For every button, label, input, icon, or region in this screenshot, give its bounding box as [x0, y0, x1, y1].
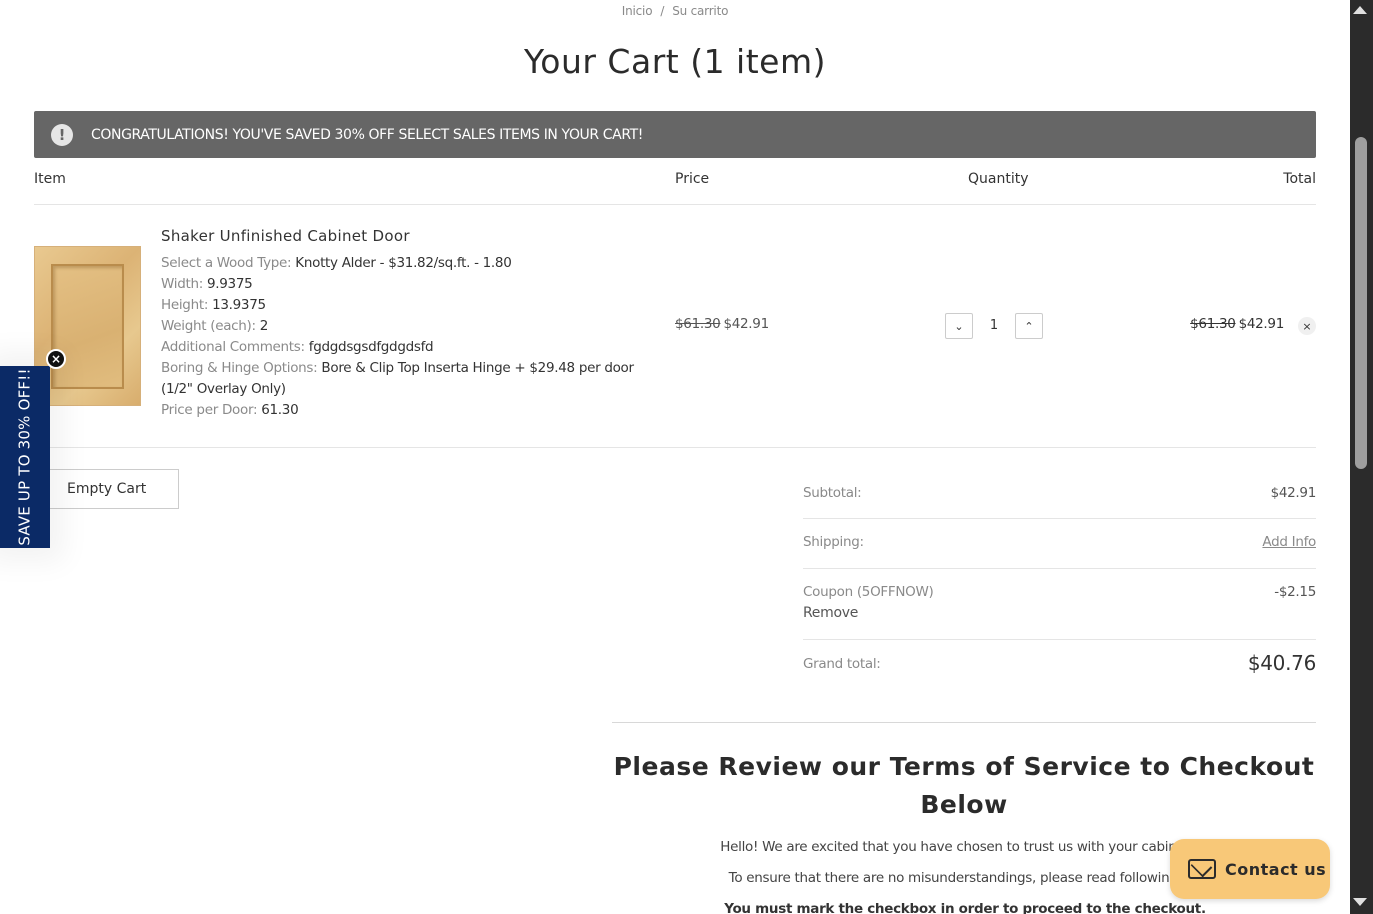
cart-page: Inicio / Su carrito Your Cart (1 item) ! C…	[0, 0, 1350, 914]
contact-us-label: Contact us	[1225, 859, 1327, 879]
option-value: 61.30	[261, 402, 299, 418]
breadcrumb: Inicio / Su carrito	[0, 4, 1350, 18]
cart-item-row: Shaker Unfinished Cabinet Door Select a …	[34, 205, 1316, 448]
product-image[interactable]	[34, 246, 141, 406]
coupon-label: Coupon (5OFFNOW)	[803, 584, 934, 600]
section-divider	[612, 722, 1316, 723]
breadcrumb-separator: /	[660, 4, 665, 18]
product-name[interactable]: Shaker Unfinished Cabinet Door	[161, 227, 410, 245]
alert-icon: !	[51, 123, 73, 146]
door-panel	[51, 264, 124, 389]
quantity-decrease-button[interactable]: ⌄	[945, 313, 973, 339]
option-value: 9.9375	[206, 276, 253, 292]
option-price-per-door: Price per Door: 61.30	[161, 400, 641, 421]
chevron-up-icon: ⌃	[1024, 319, 1034, 333]
cart-table-header: Item Price Quantity Total	[34, 170, 1316, 205]
option-height: Height: 13.9375	[161, 295, 641, 316]
header-price: Price	[675, 171, 710, 187]
coupon-remove-link[interactable]: Remove	[803, 605, 858, 621]
product-options: Select a Wood Type: Knotty Alder - $31.8…	[161, 253, 641, 421]
price-sale: $42.91	[723, 316, 769, 332]
option-label: Price per Door:	[161, 402, 258, 418]
option-weight: Weight (each): 2	[161, 316, 641, 337]
item-total: $61.30 $42.91	[1190, 316, 1284, 332]
promo-banner: ! CONGRATULATIONS! YOU'VE SAVED 30% OFF …	[34, 111, 1316, 158]
option-value: Knotty Alder - $31.82/sq.ft. - 1.80	[295, 255, 512, 271]
breadcrumb-home-link[interactable]: Inicio	[622, 4, 653, 18]
coupon-value: -$2.15	[1274, 584, 1316, 600]
shipping-label: Shipping:	[803, 534, 864, 550]
shipping-add-info-link[interactable]: Add Info	[1262, 534, 1316, 550]
option-hinge: Boring & Hinge Options: Bore & Clip Top …	[161, 358, 641, 400]
close-icon: ×	[1302, 319, 1312, 333]
tos-checkbox-notice: You must mark the checkbox in order to p…	[724, 901, 1206, 914]
side-promo-text: SAVE UP TO 30% OFF!!	[16, 368, 34, 546]
header-total: Total	[1283, 171, 1316, 187]
close-icon: ×	[50, 352, 62, 366]
mail-icon	[1188, 859, 1216, 879]
header-item: Item	[34, 171, 66, 187]
total-sale: $42.91	[1238, 316, 1285, 332]
option-value: 13.9375	[212, 297, 266, 313]
subtotal-row: Subtotal: $42.91	[803, 470, 1316, 519]
option-label: Additional Comments:	[161, 339, 305, 355]
option-value: fgdgdsgsdfgdgdsfd	[308, 339, 434, 355]
grand-total-row: Grand total: $40.76	[803, 640, 1316, 690]
option-label: Weight (each):	[161, 318, 256, 334]
scrollbar-thumb[interactable]	[1355, 137, 1367, 469]
breadcrumb-current[interactable]: Su carrito	[672, 4, 728, 18]
scroll-up-arrow-icon[interactable]	[1353, 6, 1367, 14]
cart-totals: Subtotal: $42.91 Shipping: Add Info Coup…	[803, 470, 1316, 690]
option-wood-type: Select a Wood Type: Knotty Alder - $31.8…	[161, 253, 641, 274]
option-label: Width:	[161, 276, 203, 292]
tos-title: Please Review our Terms of Service to Ch…	[613, 752, 1315, 819]
item-price: $61.30 $42.91	[675, 316, 769, 332]
empty-cart-button[interactable]: Empty Cart	[34, 469, 179, 509]
page-title: Your Cart (1 item)	[524, 42, 826, 81]
price-original: $61.30	[675, 316, 721, 332]
shipping-row: Shipping: Add Info	[803, 519, 1316, 569]
remove-item-button[interactable]: ×	[1298, 317, 1316, 335]
quantity-increase-button[interactable]: ⌃	[1015, 313, 1043, 339]
quantity-input[interactable]: 1	[980, 313, 1008, 339]
header-quantity: Quantity	[968, 171, 1029, 187]
option-label: Boring & Hinge Options:	[161, 360, 318, 376]
option-width: Width: 9.9375	[161, 274, 641, 295]
side-promo-tab[interactable]: SAVE UP TO 30% OFF!!	[0, 366, 50, 548]
coupon-row: Coupon (5OFFNOW) -$2.15 Remove	[803, 569, 1316, 640]
option-comments: Additional Comments: fgdgdsgsdfgdgdsfd	[161, 337, 641, 358]
page-scrollbar[interactable]	[1350, 0, 1373, 914]
grand-total-value: $40.76	[1247, 651, 1316, 675]
option-value: 2	[259, 318, 269, 334]
chevron-down-icon: ⌄	[954, 319, 964, 333]
contact-us-button[interactable]: Contact us	[1170, 839, 1330, 899]
side-promo-close-button[interactable]: ×	[46, 349, 66, 369]
option-label: Height:	[161, 297, 209, 313]
promo-banner-text: CONGRATULATIONS! YOU'VE SAVED 30% OFF SE…	[91, 126, 644, 143]
total-original: $61.30	[1190, 316, 1236, 332]
subtotal-label: Subtotal:	[803, 485, 862, 501]
scroll-down-arrow-icon[interactable]	[1353, 898, 1367, 906]
option-label: Select a Wood Type:	[161, 255, 292, 271]
subtotal-value: $42.91	[1270, 485, 1317, 501]
grand-total-label: Grand total:	[803, 656, 881, 672]
